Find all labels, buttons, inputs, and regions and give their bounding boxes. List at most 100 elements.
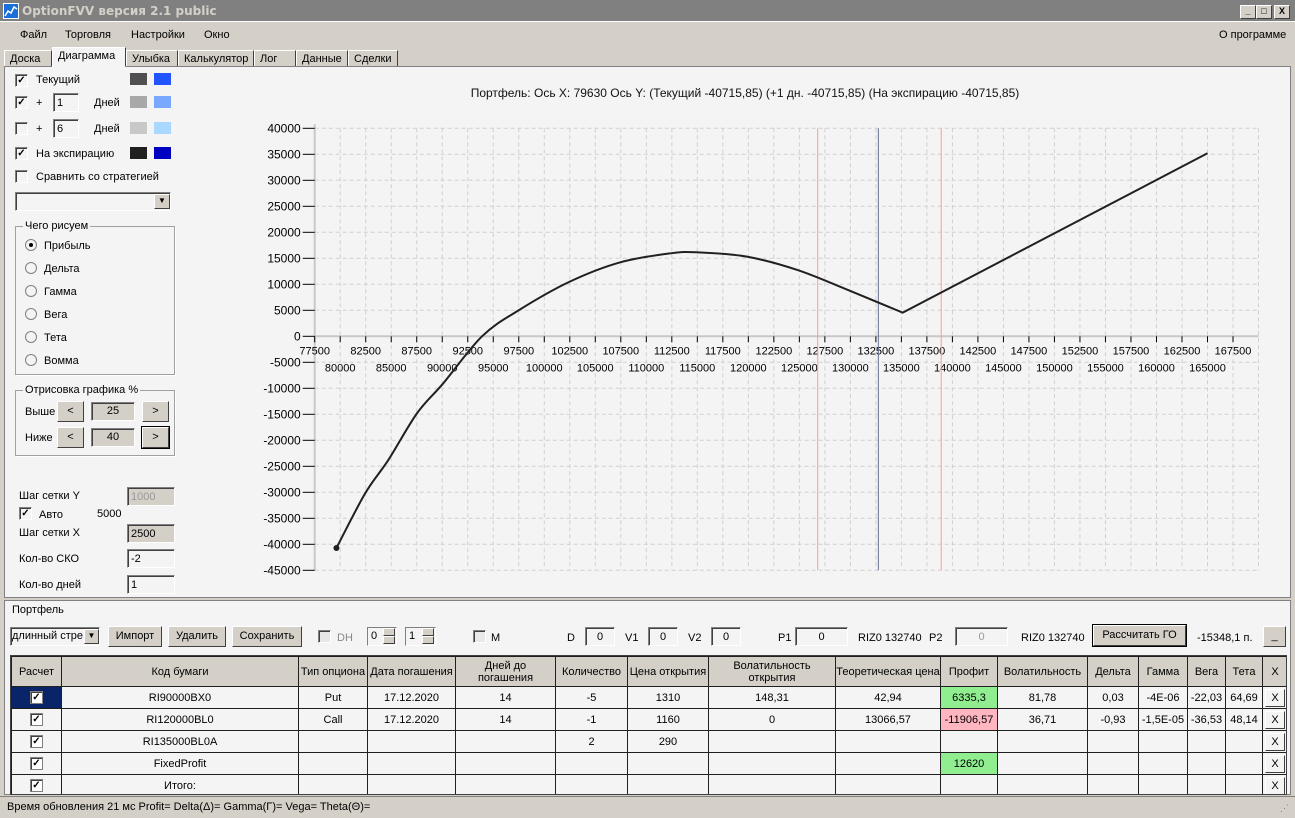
collapse-button[interactable]: _ bbox=[1263, 626, 1286, 647]
column-header[interactable]: Дельта bbox=[1087, 656, 1139, 687]
save-button[interactable]: Сохранить bbox=[232, 626, 302, 647]
column-header[interactable]: Профит bbox=[940, 656, 998, 687]
plus2-checkbox[interactable] bbox=[15, 122, 28, 135]
table-row[interactable]: ✓ RI135000BL0A 2 290 X bbox=[11, 730, 1286, 753]
grid-y-input[interactable] bbox=[127, 487, 175, 506]
dh-checkbox[interactable] bbox=[318, 630, 331, 643]
grid-x-input[interactable] bbox=[127, 524, 175, 543]
tab-calculator[interactable]: Калькулятор bbox=[178, 50, 254, 67]
m-checkbox[interactable] bbox=[473, 630, 486, 643]
radio-vega[interactable] bbox=[25, 308, 37, 320]
column-header[interactable]: Код бумаги bbox=[61, 656, 299, 687]
maximize-button[interactable]: □ bbox=[1256, 5, 1272, 19]
above-increase-button[interactable]: > bbox=[142, 401, 169, 422]
tab-data[interactable]: Данные bbox=[296, 50, 348, 67]
tab-smile[interactable]: Улыбка bbox=[126, 50, 178, 67]
menu-window[interactable]: Окно bbox=[204, 29, 230, 41]
radio-delta[interactable] bbox=[25, 262, 37, 274]
column-header[interactable]: Тета bbox=[1225, 656, 1263, 687]
column-header[interactable]: X bbox=[1262, 656, 1286, 687]
column-header[interactable]: Волатильность открытия bbox=[708, 656, 836, 687]
table-row[interactable]: ✓ RI90000BX0 Put 17.12.2020 14 -5 1310 148,31 42… bbox=[11, 686, 1286, 709]
delete-row-button[interactable]: X bbox=[1265, 688, 1285, 707]
calc-checkbox[interactable]: ✓ bbox=[30, 713, 43, 726]
chevron-down-icon[interactable]: ▼ bbox=[84, 629, 99, 644]
tab-diagram[interactable]: Диаграмма bbox=[52, 47, 126, 67]
menu-settings[interactable]: Настройки bbox=[131, 29, 185, 41]
below-increase-button[interactable]: > bbox=[141, 426, 170, 449]
calc-checkbox[interactable]: ✓ bbox=[30, 735, 43, 748]
calc-cell[interactable]: ✓ bbox=[11, 686, 62, 709]
delete-row-button[interactable]: X bbox=[1265, 776, 1285, 794]
strategy-select[interactable] bbox=[15, 192, 171, 211]
minimize-button[interactable]: _ bbox=[1240, 5, 1256, 19]
radio-gamma[interactable] bbox=[25, 285, 37, 297]
sko-input[interactable] bbox=[127, 549, 175, 568]
column-header[interactable]: Волатильность bbox=[997, 656, 1088, 687]
radio-vomma[interactable] bbox=[25, 354, 37, 366]
menu-file[interactable]: Файл bbox=[20, 29, 47, 41]
calc-checkbox[interactable]: ✓ bbox=[30, 779, 43, 792]
column-header[interactable]: Теоретическая цена bbox=[835, 656, 941, 687]
table-row[interactable]: ✓ Итого: X bbox=[11, 774, 1286, 794]
radio-profit[interactable] bbox=[25, 239, 37, 251]
calc-cell[interactable]: ✓ bbox=[11, 730, 62, 753]
tab-board[interactable]: Доска bbox=[4, 50, 52, 67]
menu-about[interactable]: О программе bbox=[1219, 29, 1286, 41]
plus2-color-swatch[interactable] bbox=[130, 122, 147, 134]
v2-input[interactable] bbox=[711, 627, 741, 646]
p1-input[interactable] bbox=[795, 627, 848, 646]
current-color-swatch[interactable] bbox=[130, 73, 147, 85]
calc-checkbox[interactable]: ✓ bbox=[30, 691, 43, 704]
chevron-down-icon[interactable]: ▼ bbox=[154, 194, 170, 209]
resize-grip-icon[interactable]: ⋰ bbox=[1280, 803, 1289, 814]
column-header[interactable]: Количество bbox=[555, 656, 628, 687]
compare-checkbox[interactable] bbox=[15, 170, 28, 183]
grid-x-label: Шаг сетки X bbox=[19, 527, 80, 539]
delete-row-button[interactable]: X bbox=[1265, 732, 1285, 751]
column-header[interactable]: Тип опциона bbox=[298, 656, 368, 687]
delete-button[interactable]: Удалить bbox=[168, 626, 226, 647]
current-color-swatch-2[interactable] bbox=[154, 73, 171, 85]
payoff-chart[interactable]: 40000 35000 30000 25000 20000 15000 10000 5000 0… bbox=[200, 66, 1290, 598]
below-decrease-button[interactable]: < bbox=[57, 427, 84, 448]
cell-value bbox=[367, 730, 456, 753]
column-header[interactable]: Расчет bbox=[11, 656, 62, 687]
go-value: -15348,1 п. bbox=[1197, 632, 1253, 644]
calc-cell[interactable]: ✓ bbox=[11, 774, 62, 794]
spinner-1[interactable]: 0 bbox=[367, 627, 397, 646]
delete-row-button[interactable]: X bbox=[1265, 754, 1285, 773]
tab-log[interactable]: Лог bbox=[254, 50, 296, 67]
column-header[interactable]: Цена открытия bbox=[627, 656, 709, 687]
expiry-color-swatch[interactable] bbox=[130, 147, 147, 159]
column-header[interactable]: Дней до погашения bbox=[455, 656, 556, 687]
delete-row-button[interactable]: X bbox=[1265, 710, 1285, 729]
auto-checkbox[interactable]: ✓ bbox=[19, 507, 32, 520]
column-header[interactable]: Гамма bbox=[1138, 656, 1188, 687]
tab-deals[interactable]: Сделки bbox=[348, 50, 398, 67]
column-header[interactable]: Дата погашения bbox=[367, 656, 456, 687]
calculate-go-button[interactable]: Рассчитать ГО bbox=[1092, 624, 1187, 647]
auto-label: Авто bbox=[39, 509, 63, 521]
calc-cell[interactable]: ✓ bbox=[11, 708, 62, 731]
x-tick-label: 97500 bbox=[503, 345, 534, 357]
import-button[interactable]: Импорт bbox=[108, 626, 162, 647]
above-decrease-button[interactable]: < bbox=[57, 401, 84, 422]
expiry-checkbox[interactable]: ✓ bbox=[15, 147, 28, 160]
column-header[interactable]: Вега bbox=[1187, 656, 1226, 687]
calc-checkbox[interactable]: ✓ bbox=[30, 757, 43, 770]
menu-trading[interactable]: Торговля bbox=[65, 29, 111, 41]
expiry-color-swatch-2[interactable] bbox=[154, 147, 171, 159]
table-row[interactable]: ✓ FixedProfit 12620 X bbox=[11, 752, 1286, 775]
d-input[interactable] bbox=[585, 627, 615, 646]
p2-input[interactable] bbox=[955, 627, 1008, 646]
days-count-input[interactable] bbox=[127, 575, 175, 594]
spinner-2[interactable]: 1 bbox=[405, 627, 436, 646]
calc-cell[interactable]: ✓ bbox=[11, 752, 62, 775]
plus2-days-input[interactable] bbox=[53, 119, 79, 138]
radio-theta[interactable] bbox=[25, 331, 37, 343]
plus2-color-swatch-2[interactable] bbox=[154, 122, 171, 134]
table-row[interactable]: ✓ RI120000BL0 Call 17.12.2020 14 -1 1160 0 13066… bbox=[11, 708, 1286, 731]
v1-input[interactable] bbox=[648, 627, 678, 646]
close-button[interactable]: X bbox=[1274, 5, 1290, 19]
